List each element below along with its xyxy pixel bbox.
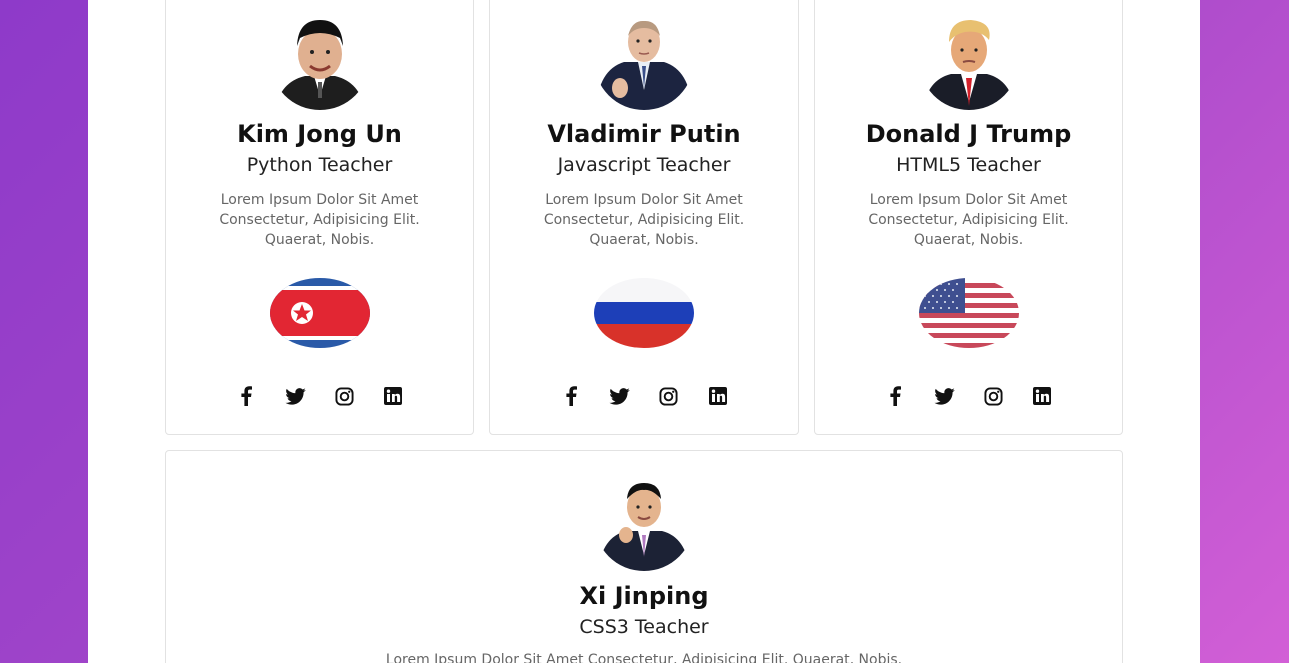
avatar [594,10,694,110]
teacher-role: CSS3 Teacher [579,616,709,638]
linkedin-icon[interactable] [707,385,729,407]
social-links [490,385,798,407]
facebook-icon[interactable] [235,385,257,407]
teacher-description: Lorem Ipsum Dolor Sit Amet Consectetur, … [543,192,745,248]
north-korea-flag-icon [269,278,370,348]
instagram-icon[interactable] [658,385,680,407]
facebook-icon[interactable] [560,385,582,407]
teacher-role: Javascript Teacher [557,154,731,176]
facebook-icon[interactable] [884,385,906,407]
twitter-icon[interactable] [284,385,306,407]
usa-flag-icon [918,278,1019,348]
avatar [269,10,370,110]
avatar [594,471,694,571]
teacher-card: Vladimir Putin Javascript Teacher Lorem … [489,0,799,435]
instagram-icon[interactable] [982,385,1004,407]
social-links [166,385,473,407]
teacher-role: Python Teacher [246,154,393,176]
twitter-icon[interactable] [609,385,631,407]
teacher-card: Xi Jinping CSS3 Teacher Lorem Ipsum Dolo… [165,450,1123,663]
teacher-name: Donald J Trump [865,120,1072,148]
teacher-card: Kim Jong Un Python Teacher Lorem Ipsum D… [165,0,474,435]
linkedin-icon[interactable] [1031,385,1053,407]
teacher-description: Lorem Ipsum Dolor Sit Amet Consectetur, … [219,192,420,248]
teacher-card: Donald J Trump HTML5 Teacher Lorem Ipsum… [814,0,1123,435]
teacher-name: Kim Jong Un [237,120,402,148]
teacher-description: Lorem Ipsum Dolor Sit Amet Consectetur, … [385,652,903,663]
teacher-name: Vladimir Putin [547,120,741,148]
instagram-icon[interactable] [333,385,355,407]
social-links [815,385,1122,407]
russia-flag-icon [594,278,694,348]
avatar [918,10,1019,110]
teacher-role: HTML5 Teacher [896,154,1041,176]
twitter-icon[interactable] [933,385,955,407]
teacher-description: Lorem Ipsum Dolor Sit Amet Consectetur, … [868,192,1069,248]
linkedin-icon[interactable] [382,385,404,407]
teacher-name: Xi Jinping [579,582,709,610]
